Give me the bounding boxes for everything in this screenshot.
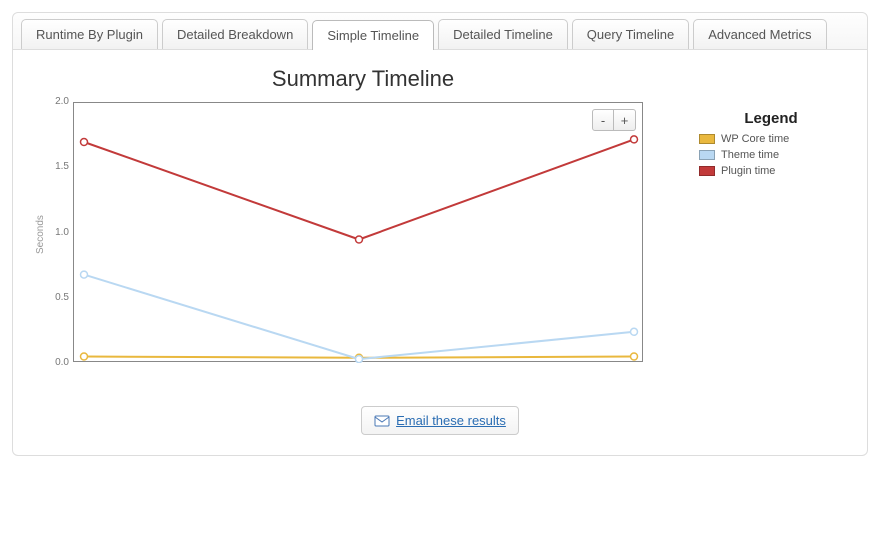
y-axis-ticks: 2.0 1.5 1.0 0.5 0.0 <box>49 96 73 368</box>
chart-area: Summary Timeline Seconds 2.0 1.5 1.0 0.5… <box>33 60 693 368</box>
legend-item-theme: Theme time <box>699 149 843 161</box>
legend-item-wp-core: WP Core time <box>699 133 843 145</box>
tab-content: Summary Timeline Seconds 2.0 1.5 1.0 0.5… <box>13 50 867 455</box>
legend-swatch <box>699 166 715 176</box>
legend-label: Theme time <box>721 149 779 161</box>
metrics-panel: Runtime By Plugin Detailed Breakdown Sim… <box>12 12 868 456</box>
chart-svg <box>74 103 644 363</box>
tab-simple-timeline[interactable]: Simple Timeline <box>312 20 434 50</box>
y-tick: 1.0 <box>49 227 69 238</box>
legend-swatch <box>699 150 715 160</box>
y-tick: 1.5 <box>49 161 69 172</box>
legend-item-plugin: Plugin time <box>699 165 843 177</box>
email-results-label: Email these results <box>396 413 506 428</box>
mail-icon <box>374 414 390 428</box>
tab-advanced-metrics[interactable]: Advanced Metrics <box>693 19 826 49</box>
y-tick: 0.0 <box>49 357 69 368</box>
zoom-controls: - + <box>592 109 636 131</box>
legend-label: Plugin time <box>721 165 775 177</box>
tab-runtime-by-plugin[interactable]: Runtime By Plugin <box>21 19 158 49</box>
y-axis-label: Seconds <box>33 102 49 368</box>
legend: Legend WP Core time Theme time Plugin ti… <box>693 110 843 368</box>
y-tick: 0.5 <box>49 292 69 303</box>
legend-label: WP Core time <box>721 133 789 145</box>
legend-title: Legend <box>699 110 843 127</box>
zoom-out-button[interactable]: - <box>592 109 614 131</box>
tab-detailed-timeline[interactable]: Detailed Timeline <box>438 19 568 49</box>
email-results-button[interactable]: Email these results <box>361 406 519 435</box>
zoom-in-button[interactable]: + <box>614 109 636 131</box>
tab-query-timeline[interactable]: Query Timeline <box>572 19 689 49</box>
chart-plot: - + <box>73 102 643 362</box>
legend-swatch <box>699 134 715 144</box>
tab-detailed-breakdown[interactable]: Detailed Breakdown <box>162 19 308 49</box>
tabs-bar: Runtime By Plugin Detailed Breakdown Sim… <box>13 13 867 50</box>
y-tick: 2.0 <box>49 96 69 107</box>
chart-title: Summary Timeline <box>33 66 693 92</box>
